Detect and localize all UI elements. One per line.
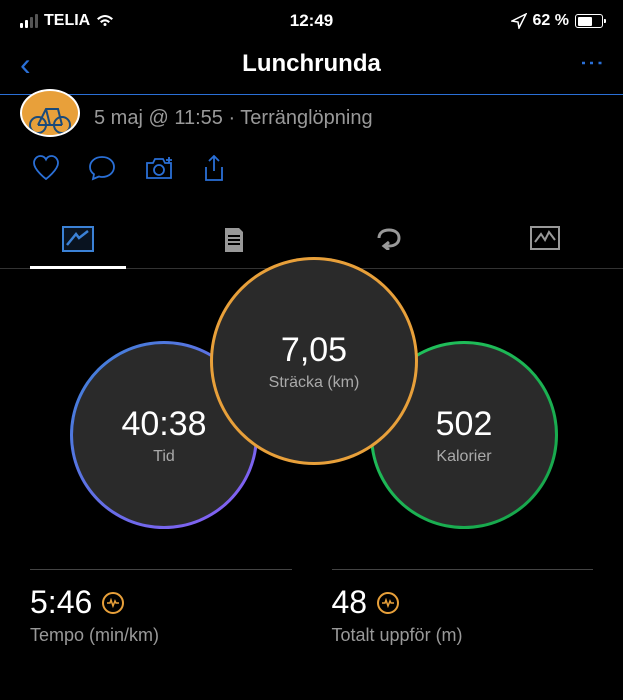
activity-meta: 5 maj @ 11:55 · Terränglöpning bbox=[94, 107, 373, 130]
distance-label: Sträcka (km) bbox=[269, 374, 360, 392]
camera-icon bbox=[144, 155, 174, 181]
calories-value: 502 bbox=[436, 405, 493, 444]
stat-elevation[interactable]: 48 Totalt uppför (m) bbox=[332, 569, 594, 646]
pulse-icon bbox=[377, 592, 399, 614]
bottom-stats: 5:46 Tempo (min/km) 48 Totalt uppför (m) bbox=[0, 539, 623, 646]
metric-distance: 7,05 Sträcka (km) bbox=[210, 257, 418, 465]
like-button[interactable] bbox=[32, 155, 60, 188]
comment-icon bbox=[88, 155, 116, 181]
elevation-label: Totalt uppför (m) bbox=[332, 625, 594, 646]
bike-icon bbox=[26, 103, 74, 135]
time-label: Tid bbox=[153, 448, 175, 466]
status-bar: TELIA 12:49 62 % bbox=[0, 0, 623, 38]
pace-value: 5:46 bbox=[30, 584, 92, 621]
stat-pace[interactable]: 5:46 Tempo (min/km) bbox=[30, 569, 292, 646]
calories-label: Kalorier bbox=[436, 448, 491, 466]
comment-button[interactable] bbox=[88, 155, 116, 188]
camera-button[interactable] bbox=[144, 155, 174, 188]
pace-label: Tempo (min/km) bbox=[30, 625, 292, 646]
share-icon bbox=[202, 155, 226, 183]
page-title: Lunchrunda bbox=[242, 50, 381, 78]
tab-overview[interactable] bbox=[0, 216, 156, 268]
activity-info: 5 maj @ 11:55 · Terränglöpning bbox=[0, 95, 623, 155]
status-right: 62 % bbox=[511, 12, 603, 30]
metrics-circles: 40:38 Tid 502 Kalorier 7,05 Sträcka (km) bbox=[0, 269, 623, 539]
signal-icon bbox=[20, 14, 38, 28]
chart-icon bbox=[530, 226, 560, 250]
nav-header: ‹ Lunchrunda ⋮ bbox=[0, 38, 623, 95]
status-left: TELIA bbox=[20, 12, 114, 30]
back-button[interactable]: ‹ bbox=[20, 48, 31, 80]
elevation-value: 48 bbox=[332, 584, 368, 621]
location-icon bbox=[511, 13, 527, 29]
loop-icon bbox=[373, 226, 405, 250]
more-button[interactable]: ⋮ bbox=[579, 51, 603, 77]
document-icon bbox=[222, 226, 246, 254]
activity-avatar[interactable] bbox=[20, 89, 80, 137]
carrier-label: TELIA bbox=[44, 12, 90, 30]
distance-value: 7,05 bbox=[281, 331, 347, 370]
wifi-icon bbox=[96, 14, 114, 28]
heart-icon bbox=[32, 155, 60, 181]
time-value: 40:38 bbox=[121, 405, 206, 444]
pulse-icon bbox=[102, 592, 124, 614]
clock: 12:49 bbox=[290, 11, 333, 31]
battery-icon bbox=[575, 14, 603, 28]
share-button[interactable] bbox=[202, 155, 226, 188]
battery-pct: 62 % bbox=[533, 12, 569, 30]
tab-charts[interactable] bbox=[467, 216, 623, 268]
overview-icon bbox=[62, 226, 94, 252]
action-bar bbox=[0, 155, 623, 208]
